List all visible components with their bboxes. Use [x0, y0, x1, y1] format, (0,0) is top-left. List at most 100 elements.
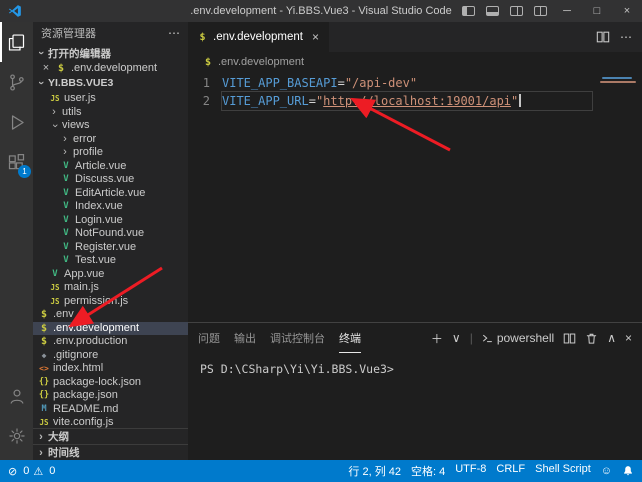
window-controls: ─ □ × — [456, 0, 642, 22]
bottom-panel: 问题输出调试控制台终端 ＋ ∨ | powershell — [188, 322, 642, 460]
tab-close-icon[interactable]: × — [312, 30, 319, 44]
tree-item-label: Register.vue — [75, 241, 136, 255]
feedback-smiley-icon[interactable]: ☺ — [601, 465, 612, 477]
line-number: 2 — [188, 92, 222, 110]
project-section-header[interactable]: › YI.BBS.VUE3 — [33, 74, 188, 92]
terminal[interactable]: PS D:\CSharp\Yi\Yi.BBS.Vue3> — [188, 353, 642, 460]
split-editor-icon[interactable] — [596, 30, 610, 44]
tree-item-package-lock.json[interactable]: {}package-lock.json — [33, 376, 188, 390]
tree-item-profile[interactable]: ›profile — [33, 146, 188, 160]
tree-item-views[interactable]: ›views — [33, 119, 188, 133]
problems-status[interactable]: ⊘ 0 ⚠ 0 — [8, 465, 55, 478]
env-file-icon: $ — [202, 57, 214, 68]
tree-item-Index.vue[interactable]: VIndex.vue — [33, 200, 188, 214]
tab-bar: $.env.development× ⋯ — [188, 22, 642, 52]
source-control-icon[interactable] — [0, 62, 33, 102]
breadcrumb-file: .env.development — [218, 56, 304, 68]
editor-pane[interactable]: 1VITE_APP_BASEAPI="/api-dev"2VITE_APP_UR… — [188, 72, 642, 322]
tree-item-label: App.vue — [64, 268, 104, 282]
md-file-icon: M — [38, 403, 50, 417]
explorer-icon[interactable] — [0, 22, 33, 62]
tree-item-error[interactable]: ›error — [33, 133, 188, 147]
tree-item-App.vue[interactable]: VApp.vue — [33, 268, 188, 282]
language-mode[interactable]: Shell Script — [535, 463, 591, 479]
close-button[interactable]: × — [612, 0, 642, 22]
more-actions-icon[interactable]: ⋯ — [620, 30, 632, 44]
indentation[interactable]: 空格: 4 — [411, 463, 445, 479]
tree-item-EditArticle.vue[interactable]: VEditArticle.vue — [33, 187, 188, 201]
vscode-window: .env.development - Yi.BBS.Vue3 - Visual … — [0, 0, 642, 482]
panel-tab-终端[interactable]: 终端 — [339, 323, 361, 353]
toggle-secondary-sidebar-icon[interactable] — [504, 0, 528, 22]
editor-actions: ⋯ — [596, 22, 642, 52]
tree-item-label: Login.vue — [75, 214, 123, 228]
code-line-2[interactable]: 2VITE_APP_URL="http://localhost:19001/ap… — [188, 92, 642, 110]
chevron-down-icon[interactable]: ∨ — [452, 331, 461, 345]
account-icon[interactable] — [0, 376, 33, 416]
tree-item-Register.vue[interactable]: VRegister.vue — [33, 241, 188, 255]
panel-tab-调试控制台[interactable]: 调试控制台 — [270, 323, 325, 353]
html-file-icon: <> — [38, 362, 50, 376]
close-icon[interactable]: × — [41, 62, 51, 74]
tree-item-Test.vue[interactable]: VTest.vue — [33, 254, 188, 268]
encoding[interactable]: UTF-8 — [455, 463, 486, 479]
more-actions-icon[interactable]: ⋯ — [168, 26, 180, 40]
vue-file-icon: V — [60, 187, 72, 201]
split-terminal-icon[interactable] — [563, 332, 576, 345]
tree-item-.gitignore[interactable]: ◆.gitignore — [33, 349, 188, 363]
terminal-shell-selector[interactable]: powershell — [482, 331, 554, 345]
tree-item-Login.vue[interactable]: VLogin.vue — [33, 214, 188, 228]
chevron-down-icon: › — [35, 48, 47, 58]
tree-item-package.json[interactable]: {}package.json — [33, 389, 188, 403]
minimap[interactable] — [596, 72, 642, 322]
url-link[interactable]: http://localhost:19001/api — [323, 94, 511, 108]
minimize-button[interactable]: ─ — [552, 0, 582, 22]
code-line-1[interactable]: 1VITE_APP_BASEAPI="/api-dev" — [188, 74, 642, 92]
tree-item-.env[interactable]: $.env — [33, 308, 188, 322]
close-panel-icon[interactable]: × — [625, 331, 632, 345]
tree-item-user.js[interactable]: JSuser.js — [33, 92, 188, 106]
shell-label: powershell — [497, 331, 554, 345]
tree-item-NotFound.vue[interactable]: VNotFound.vue — [33, 227, 188, 241]
tree-item-label: profile — [73, 146, 103, 160]
eol[interactable]: CRLF — [496, 463, 525, 479]
chevron-right-icon: › — [49, 106, 59, 120]
tree-item-.env.development[interactable]: $.env.development — [33, 322, 188, 336]
open-editor-item[interactable]: ×$.env.development — [33, 62, 188, 74]
sidebar-title-row: 资源管理器 ⋯ — [33, 22, 188, 44]
tree-item-label: .gitignore — [53, 349, 98, 363]
tree-item-vite.config.js[interactable]: JSvite.config.js — [33, 416, 188, 428]
tree-item-Article.vue[interactable]: VArticle.vue — [33, 160, 188, 174]
tab-.env.development[interactable]: $.env.development× — [188, 22, 329, 52]
timeline-section[interactable]: › 时间线 — [33, 444, 188, 460]
tree-item-.env.production[interactable]: $.env.production — [33, 335, 188, 349]
tree-item-utils[interactable]: ›utils — [33, 106, 188, 120]
notifications-bell-icon[interactable] — [622, 465, 634, 477]
new-terminal-icon[interactable]: ＋ — [431, 330, 443, 347]
breadcrumb[interactable]: $ .env.development — [188, 52, 642, 72]
warning-icon: ⚠ — [33, 465, 43, 478]
settings-gear-icon[interactable] — [0, 416, 33, 456]
maximize-button[interactable]: □ — [582, 0, 612, 22]
run-debug-icon[interactable] — [0, 102, 33, 142]
tree-item-index.html[interactable]: <>index.html — [33, 362, 188, 376]
tree-item-README.md[interactable]: MREADME.md — [33, 403, 188, 417]
tree-item-Discuss.vue[interactable]: VDiscuss.vue — [33, 173, 188, 187]
customize-layout-icon[interactable] — [528, 0, 552, 22]
minimap-line — [600, 81, 636, 83]
panel-tab-问题[interactable]: 问题 — [198, 323, 220, 353]
tree-item-permission.js[interactable]: JSpermission.js — [33, 295, 188, 309]
js-file-icon: JS — [49, 281, 61, 295]
kill-terminal-trash-icon[interactable] — [585, 332, 598, 345]
tree-item-label: permission.js — [64, 295, 128, 309]
toggle-sidebar-icon[interactable] — [456, 0, 480, 22]
panel-tab-输出[interactable]: 输出 — [234, 323, 256, 353]
vue-file-icon: V — [49, 268, 61, 282]
toggle-panel-icon[interactable] — [480, 0, 504, 22]
tree-item-main.js[interactable]: JSmain.js — [33, 281, 188, 295]
maximize-panel-icon[interactable]: ∧ — [607, 331, 616, 345]
extensions-icon[interactable]: 1 — [0, 142, 33, 182]
cursor-position[interactable]: 行 2, 列 42 — [348, 463, 401, 479]
outline-section[interactable]: › 大纲 — [33, 428, 188, 444]
open-editors-header[interactable]: › 打开的编辑器 — [33, 44, 188, 62]
